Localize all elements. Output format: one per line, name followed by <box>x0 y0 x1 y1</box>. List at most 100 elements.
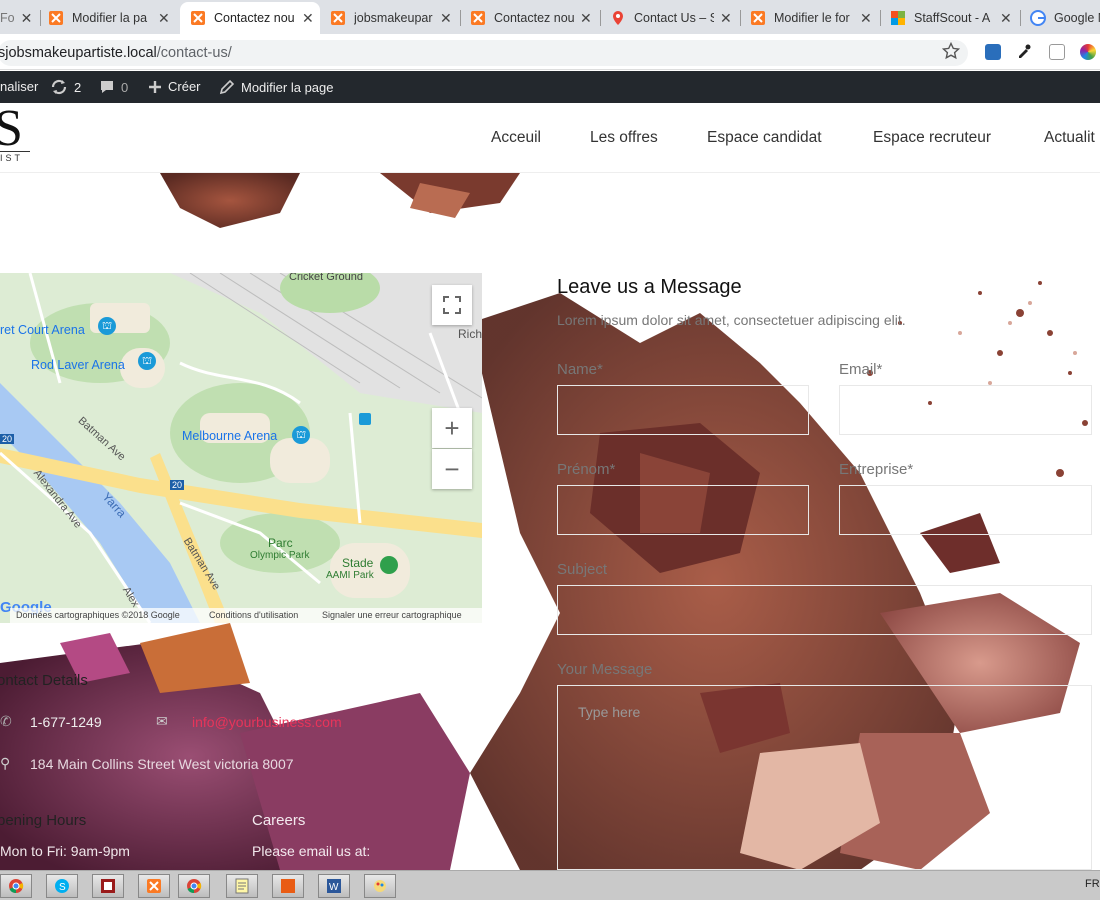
careers-text: Please email us at: <box>252 843 371 859</box>
site-logo[interactable]: S IST <box>0 100 40 173</box>
updates-link[interactable]: 2 <box>50 79 81 95</box>
map-report-error-link[interactable]: Signaler une erreur cartographique <box>322 610 462 620</box>
map-label-parc: Parc <box>268 536 293 550</box>
map-label-rod-laver-arena: Rod Laver Arena <box>31 358 125 372</box>
office-icon[interactable] <box>272 874 304 898</box>
tab-label: jobsmakeupar <box>354 11 433 25</box>
word-icon[interactable]: W <box>318 874 350 898</box>
envelope-icon: ✉ <box>156 713 168 729</box>
notes-extension-icon[interactable] <box>1049 44 1065 60</box>
xampp-icon <box>470 10 486 26</box>
tab-label: Contactez nou <box>494 11 574 25</box>
close-icon[interactable]: ✕ <box>302 10 314 27</box>
nav-acceuil[interactable]: Acceuil <box>491 129 541 147</box>
map-label-aami-park: AAMI Park <box>326 570 374 581</box>
paint-icon[interactable] <box>364 874 396 898</box>
contact-phone: 1-677-1249 <box>30 714 102 730</box>
entreprise-field[interactable] <box>839 485 1092 535</box>
browser-tab[interactable]: StaffScout - A ✕ <box>890 2 1018 34</box>
stadium-icon: ⛫ <box>292 426 310 444</box>
color-picker-extension-icon[interactable] <box>1080 44 1096 60</box>
comments-count: 0 <box>121 79 129 95</box>
svg-text:W: W <box>329 882 339 893</box>
form-title: Leave us a Message <box>557 276 742 298</box>
map-label-cricket-ground: Cricket Ground <box>289 273 363 283</box>
browser-tab[interactable]: Contact Us – S ✕ <box>610 2 738 34</box>
close-icon[interactable]: ✕ <box>440 10 452 27</box>
phone-icon: ✆ <box>0 713 12 729</box>
chrome-icon[interactable] <box>178 874 210 898</box>
browser-tab[interactable]: Contactez nou ✕ <box>470 2 598 34</box>
map-label-richmond: Rich <box>458 327 482 341</box>
name-field[interactable] <box>557 385 809 435</box>
contact-details-heading: ontact Details <box>0 672 88 689</box>
google-icon <box>1030 10 1046 26</box>
tab-label: Contact Us – S <box>634 11 714 25</box>
entreprise-label: Entreprise* <box>839 461 914 478</box>
stadium-icon: ⛫ <box>138 352 156 370</box>
google-map[interactable]: Cricket Ground ret Court Arena ⛫ Rod Lav… <box>0 273 482 623</box>
tab-label: Fo <box>0 11 15 25</box>
bookmark-star-icon[interactable] <box>941 41 961 65</box>
chrome-icon[interactable] <box>0 874 32 898</box>
map-label-court-arena: ret Court Arena <box>0 323 85 337</box>
close-icon[interactable]: ✕ <box>1000 10 1012 27</box>
browser-tab[interactable]: Modifier le for ✕ <box>750 2 878 34</box>
map-terms-link[interactable]: Conditions d'utilisation <box>209 610 298 620</box>
css-extension-icon[interactable] <box>985 44 1001 60</box>
zoom-in-button[interactable]: + <box>432 408 472 448</box>
create-link[interactable]: Créer <box>148 79 201 94</box>
browser-tab[interactable]: Google M <box>1030 2 1100 34</box>
browser-tab[interactable]: Modifier la pa ✕ <box>48 2 176 34</box>
browser-tab-active[interactable]: Contactez nou ✕ <box>180 2 320 34</box>
url-path: /contact-us/ <box>156 45 232 61</box>
customize-label: naliser <box>0 79 39 94</box>
train-icon <box>359 413 371 425</box>
tab-label: Google M <box>1054 11 1100 25</box>
skype-icon[interactable]: S <box>46 874 78 898</box>
nav-espace-recruteur[interactable]: Espace recruteur <box>873 129 991 147</box>
route-shield: 20 <box>0 434 15 444</box>
site-header: S IST Acceuil Les offres Espace candidat… <box>0 100 1100 173</box>
message-placeholder: Type here <box>578 704 641 720</box>
browser-tab[interactable]: Fo ✕ <box>0 2 38 34</box>
prenom-field[interactable] <box>557 485 809 535</box>
close-icon[interactable]: ✕ <box>21 10 33 27</box>
email-label: Email* <box>839 361 883 378</box>
url-host: jobsmakeupartiste.local <box>5 45 157 61</box>
xampp-icon[interactable] <box>138 874 170 898</box>
edit-page-link[interactable]: Modifier la page <box>219 79 334 95</box>
notepad-icon[interactable] <box>226 874 258 898</box>
customize-link[interactable]: naliser <box>0 79 38 94</box>
email-field[interactable] <box>839 385 1092 435</box>
xampp-icon <box>48 10 64 26</box>
subject-field[interactable] <box>557 585 1092 635</box>
close-icon[interactable]: ✕ <box>860 10 872 27</box>
opening-hours-heading: pening Hours <box>0 812 87 829</box>
app-red-icon[interactable] <box>92 874 124 898</box>
contact-email-link[interactable]: info@yourbusiness.com <box>192 714 342 730</box>
nav-espace-candidat[interactable]: Espace candidat <box>707 129 822 147</box>
zoom-out-button[interactable]: − <box>432 449 472 489</box>
close-icon[interactable]: ✕ <box>580 10 592 27</box>
browser-tab[interactable]: jobsmakeupar ✕ <box>330 2 458 34</box>
plus-icon <box>149 80 161 93</box>
xampp-icon <box>330 10 346 26</box>
name-label: Name* <box>557 361 603 378</box>
subject-label: Subject <box>557 561 608 578</box>
eyedropper-icon[interactable] <box>1016 43 1032 64</box>
logo-letter: S <box>0 100 23 157</box>
language-indicator[interactable]: FR <box>1085 878 1100 890</box>
url-field[interactable]: sjobsmakeupartiste.local/contact-us/ <box>0 40 968 66</box>
comments-link[interactable]: 0 <box>99 79 128 95</box>
close-icon[interactable]: ✕ <box>720 10 732 27</box>
location-icon: ⚲ <box>0 755 11 771</box>
tab-label: Modifier le for <box>774 11 850 25</box>
nav-actualites[interactable]: Actualit <box>1044 129 1095 147</box>
message-textarea[interactable]: Type here <box>557 685 1092 870</box>
close-icon[interactable]: ✕ <box>158 10 170 27</box>
nav-les-offres[interactable]: Les offres <box>590 129 658 147</box>
opening-hours-text: Mon to Fri: 9am-9pm <box>0 843 130 859</box>
careers-heading: Careers <box>252 812 306 829</box>
fullscreen-button[interactable] <box>432 285 472 325</box>
